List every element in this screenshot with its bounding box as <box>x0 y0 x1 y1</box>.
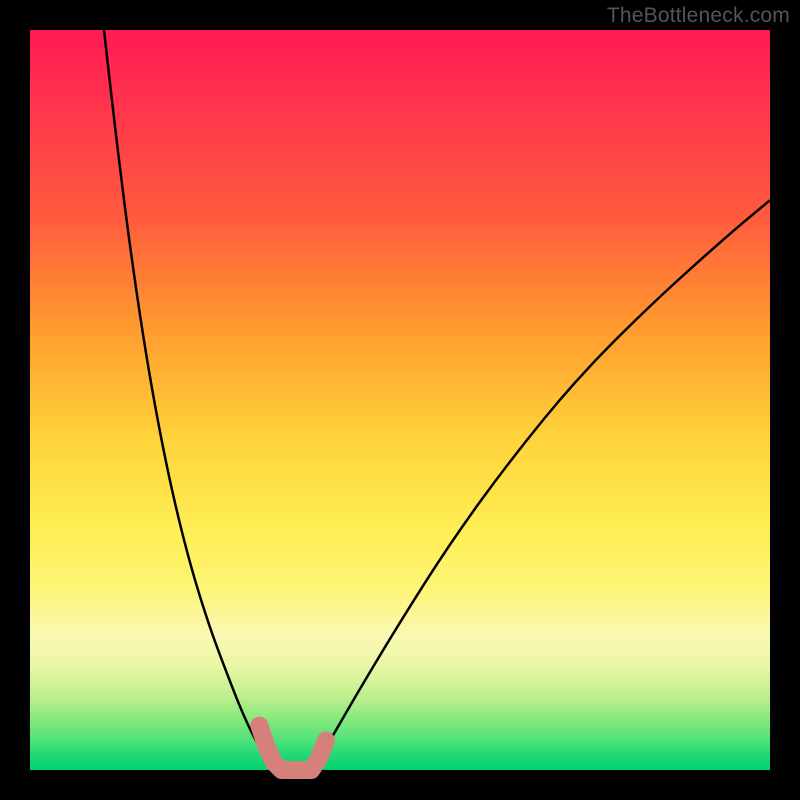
plot-area <box>30 30 770 770</box>
left-curve-path <box>104 30 282 770</box>
chart-frame: TheBottleneck.com <box>0 0 800 800</box>
watermark-text: TheBottleneck.com <box>607 4 790 28</box>
right-curve-path <box>311 200 770 770</box>
highlight-path <box>259 726 326 770</box>
curve-layer <box>30 30 770 770</box>
